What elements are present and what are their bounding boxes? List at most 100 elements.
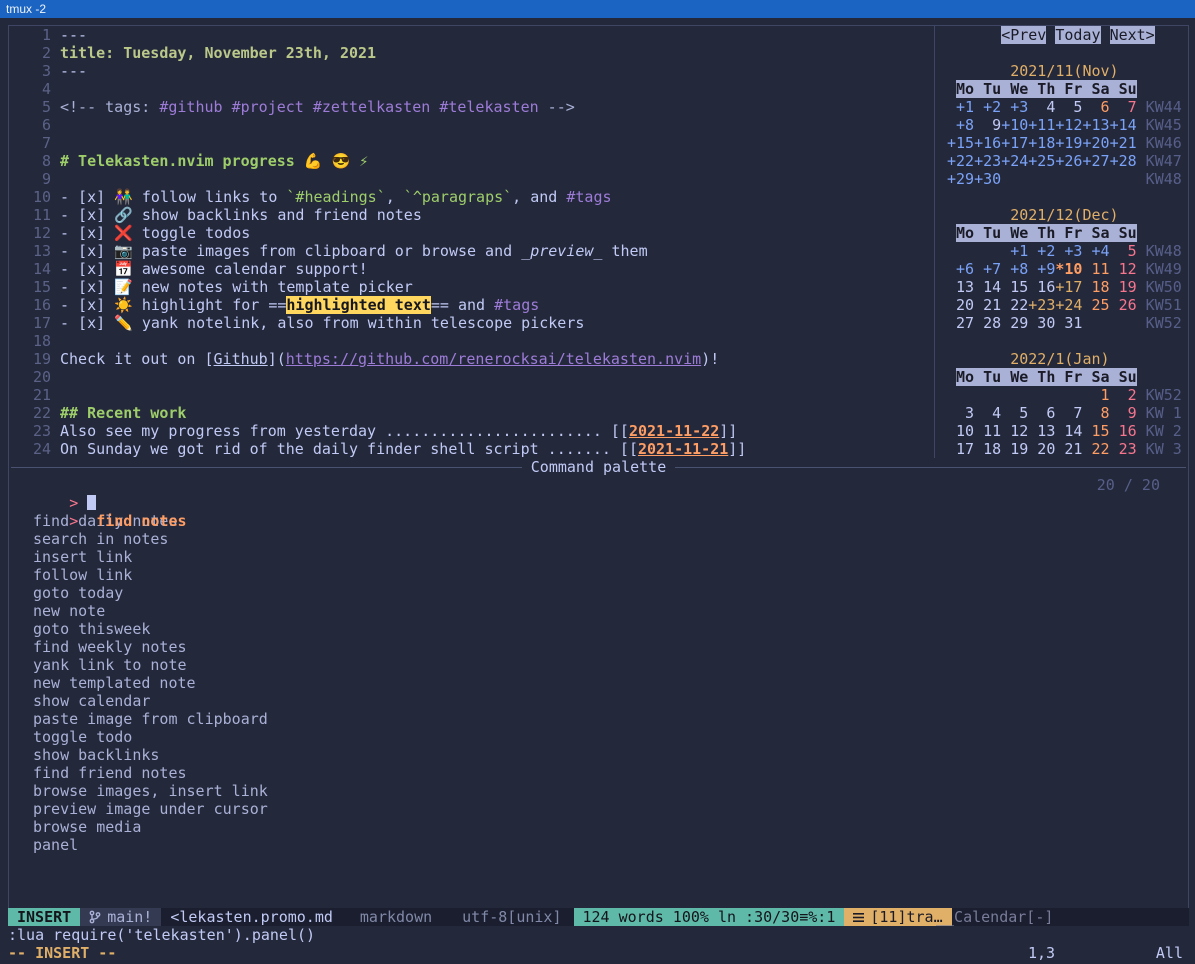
prev-button[interactable]: <Prev: [1001, 26, 1046, 44]
palette-item[interactable]: insert link: [9, 548, 1188, 566]
calendar-day[interactable]: 15: [1001, 278, 1028, 296]
calendar-day[interactable]: 27: [947, 314, 974, 332]
calendar-day[interactable]: 10: [947, 422, 974, 440]
calendar-day-with-note[interactable]: +1: [1001, 242, 1028, 260]
calendar-pane[interactable]: <Prev Today Next> 2021/11(Nov) Mo Tu We …: [934, 26, 1188, 458]
calendar-day-with-note[interactable]: +23: [1028, 296, 1055, 314]
calendar-day-sunday[interactable]: 19: [1110, 278, 1137, 296]
calendar-day[interactable]: 21: [974, 296, 1001, 314]
tag-project[interactable]: #project: [232, 98, 304, 116]
tag-tags[interactable]: #tags: [566, 188, 611, 206]
calendar-day[interactable]: 17: [947, 440, 974, 458]
calendar-day-with-note[interactable]: +4: [1082, 242, 1109, 260]
palette-item[interactable]: find friend notes: [9, 764, 1188, 782]
calendar-day-with-note[interactable]: +27: [1082, 152, 1109, 170]
palette-item[interactable]: yank link to note: [9, 656, 1188, 674]
calendar-day[interactable]: 6: [1028, 404, 1055, 422]
calendar-day[interactable]: 9: [974, 116, 1001, 134]
calendar-day-with-note[interactable]: +21: [1110, 134, 1137, 152]
calendar-day-with-note[interactable]: +30: [974, 170, 1001, 188]
next-button[interactable]: Next>: [1110, 26, 1155, 44]
calendar-day-with-note[interactable]: +28: [1110, 152, 1137, 170]
palette-item[interactable]: preview image under cursor: [9, 800, 1188, 818]
calendar-day-with-note[interactable]: +18: [1028, 134, 1055, 152]
calendar-day-with-note[interactable]: +3: [1001, 98, 1028, 116]
calendar-day-with-note[interactable]: +2: [974, 98, 1001, 116]
calendar-day-with-note[interactable]: +14: [1110, 116, 1137, 134]
calendar-day[interactable]: 3: [947, 404, 974, 422]
calendar-day-sunday[interactable]: 16: [1110, 422, 1137, 440]
calendar-day-with-note[interactable]: +24: [1055, 296, 1082, 314]
calendar-day-with-note[interactable]: +26: [1055, 152, 1082, 170]
calendar-day-saturday[interactable]: 11: [1082, 260, 1109, 278]
palette-item-selected[interactable]: >find notes: [9, 494, 1188, 512]
calendar-day-with-note[interactable]: +15: [947, 134, 974, 152]
calendar-day-with-note[interactable]: +24: [1001, 152, 1028, 170]
calendar-day-sunday[interactable]: 2: [1110, 386, 1137, 404]
calendar-day-with-note[interactable]: +19: [1055, 134, 1082, 152]
calendar-day[interactable]: 30: [1028, 314, 1055, 332]
calendar-day[interactable]: 7: [1055, 404, 1082, 422]
calendar-day[interactable]: 20: [947, 296, 974, 314]
calendar-day[interactable]: 14: [1055, 422, 1082, 440]
calendar-day-with-note[interactable]: +9: [1028, 260, 1055, 278]
palette-item[interactable]: follow link: [9, 566, 1188, 584]
calendar-day-saturday[interactable]: 18: [1082, 278, 1109, 296]
calendar-day-sunday[interactable]: 7: [1110, 98, 1137, 116]
calendar-day-saturday[interactable]: 6: [1082, 98, 1109, 116]
tag-tags[interactable]: #tags: [494, 296, 539, 314]
calendar-day-with-note[interactable]: +11: [1028, 116, 1055, 134]
palette-item[interactable]: goto today: [9, 584, 1188, 602]
calendar-day-with-note[interactable]: +25: [1028, 152, 1055, 170]
calendar-day-saturday[interactable]: 22: [1082, 440, 1109, 458]
calendar-day[interactable]: 4: [1028, 98, 1055, 116]
palette-item[interactable]: panel: [9, 836, 1188, 854]
palette-item[interactable]: browse media: [9, 818, 1188, 836]
calendar-day[interactable]: 14: [974, 278, 1001, 296]
calendar-day-with-note[interactable]: +8: [1001, 260, 1028, 278]
calendar-day-with-note[interactable]: +23: [974, 152, 1001, 170]
palette-prompt[interactable]: > 20 / 20: [9, 476, 1188, 494]
calendar-day[interactable]: 12: [1001, 422, 1028, 440]
tag-zettelkasten[interactable]: #zettelkasten: [313, 98, 430, 116]
calendar-day-today[interactable]: *10: [1055, 260, 1082, 278]
calendar-day-with-note[interactable]: +17: [1001, 134, 1028, 152]
palette-item[interactable]: new templated note: [9, 674, 1188, 692]
calendar-day-saturday[interactable]: 1: [1082, 386, 1109, 404]
calendar-day-saturday[interactable]: 8: [1082, 404, 1109, 422]
calendar-day-sunday[interactable]: 5: [1110, 242, 1137, 260]
calendar-day-with-note[interactable]: +7: [974, 260, 1001, 278]
calendar-day-with-note[interactable]: +20: [1082, 134, 1109, 152]
calendar-day[interactable]: 20: [1028, 440, 1055, 458]
github-url[interactable]: https://github.com/renerocksai/telekaste…: [286, 350, 701, 368]
today-button[interactable]: Today: [1055, 26, 1100, 44]
calendar-day-with-note[interactable]: +10: [1001, 116, 1028, 134]
calendar-day[interactable]: 5: [1055, 98, 1082, 116]
palette-item[interactable]: paste image from clipboard: [9, 710, 1188, 728]
calendar-day[interactable]: 31: [1055, 314, 1082, 332]
calendar-day-with-note[interactable]: +1: [947, 98, 974, 116]
palette-item[interactable]: search in notes: [9, 530, 1188, 548]
tag-telekasten[interactable]: #telekasten: [439, 98, 538, 116]
calendar-day-saturday[interactable]: 25: [1082, 296, 1109, 314]
palette-item[interactable]: goto thisweek: [9, 620, 1188, 638]
palette-item[interactable]: show calendar: [9, 692, 1188, 710]
wikilink-2021-11-21[interactable]: 2021-11-21: [638, 440, 728, 458]
calendar-day-with-note[interactable]: +16: [974, 134, 1001, 152]
calendar-day-with-note[interactable]: +2: [1028, 242, 1055, 260]
palette-item[interactable]: toggle todo: [9, 728, 1188, 746]
palette-item[interactable]: new note: [9, 602, 1188, 620]
calendar-day[interactable]: 22: [1001, 296, 1028, 314]
palette-item[interactable]: browse images, insert link: [9, 782, 1188, 800]
palette-item[interactable]: show backlinks: [9, 746, 1188, 764]
calendar-day[interactable]: 16: [1028, 278, 1055, 296]
calendar-day[interactable]: 29: [1001, 314, 1028, 332]
calendar-day-sunday[interactable]: 9: [1110, 404, 1137, 422]
calendar-day-with-note[interactable]: +8: [947, 116, 974, 134]
tag-github[interactable]: #github: [159, 98, 222, 116]
calendar-day-with-note[interactable]: +17: [1055, 278, 1082, 296]
calendar-day[interactable]: 5: [1001, 404, 1028, 422]
calendar-day-sunday[interactable]: 23: [1110, 440, 1137, 458]
calendar-day[interactable]: 19: [1001, 440, 1028, 458]
calendar-day[interactable]: 21: [1055, 440, 1082, 458]
